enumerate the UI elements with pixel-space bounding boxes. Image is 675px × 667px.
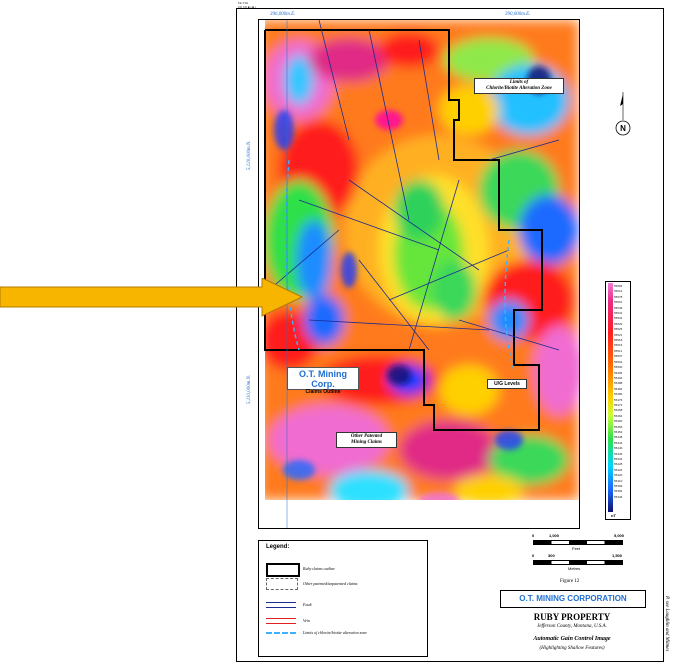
- scale-bar-feet: [533, 540, 623, 545]
- scale-metres-0: 0: [532, 553, 535, 558]
- legend-label-other-claims: Other patented/unpatented claims: [303, 581, 358, 586]
- figure-label: Figure 12: [560, 579, 580, 584]
- left-coord-2: 5,110,000m.N.: [247, 374, 252, 404]
- legend-title: Legend:: [266, 544, 290, 550]
- other-claims-callout: Other Patented Mining Claims: [336, 432, 397, 448]
- scale-metres-label: Metres: [568, 566, 581, 571]
- legend-swatch-ruby: [266, 563, 300, 577]
- scale-metres-2: 1,500: [612, 553, 623, 558]
- map-image: [259, 20, 579, 528]
- image-subtitle: (Highlighting Shallow Features): [539, 646, 605, 651]
- color-scale-bar: [608, 283, 613, 512]
- left-coord-1: 5,120,000m.N.: [247, 140, 252, 170]
- legend-label-alteration: Limits of chlorite/biotite alteration zo…: [303, 630, 367, 635]
- ot-callout-sub: Claims Outline: [305, 389, 341, 395]
- scale-bar-metres: [533, 560, 623, 565]
- color-scale-labels: 55683 55612 55578 55561 55549 55541 55534 55529…: [614, 284, 628, 500]
- north-arrow-icon: N: [612, 92, 634, 147]
- legend-swatch-vein: [266, 618, 296, 624]
- legend-box: [258, 540, 428, 657]
- scale-feet-label: Feet: [572, 546, 581, 551]
- pointer-arrow-icon: [0, 277, 305, 323]
- ot-callout-name: O.T. Mining Corp.: [299, 369, 347, 389]
- legend-swatch-fault: [266, 602, 296, 608]
- color-scale-label: 55346: [614, 494, 623, 499]
- property-location: Jefferson County, Montana, U.S.A.: [537, 624, 607, 629]
- company-name: O.T. MINING CORPORATION: [500, 590, 646, 608]
- top-coord-1: 396,000m.E.: [270, 12, 296, 17]
- chlorite-zone-callout: Limits of Chlorite/Biotite Alteration Zo…: [474, 78, 564, 94]
- scale-metres-1: 300: [548, 553, 555, 558]
- scale-feet-2: 5,000: [614, 533, 625, 538]
- svg-text:N: N: [620, 124, 626, 133]
- legend-label-ruby: Ruby claims outline: [303, 566, 335, 571]
- legend-swatch-alteration: [266, 632, 296, 634]
- side-credit-text: P. see Loughlin and Milmes: [664, 596, 669, 652]
- property-name: RUBY PROPERTY: [533, 612, 611, 622]
- ot-claims-callout: O.T. Mining Corp. Claims Outline: [287, 367, 359, 395]
- top-coord-2: 390,000m.E.: [505, 12, 531, 17]
- magnetic-map[interactable]: [258, 19, 580, 529]
- legend-label-fault: Fault: [303, 602, 312, 607]
- ug-levels-callout: U/G Levels: [487, 379, 527, 389]
- scale-feet-1: 1,000: [549, 533, 560, 538]
- legend-label-vein: Vein: [303, 618, 310, 623]
- chlorite-callout-line2: Chlorite/Biotite Alteration Zone: [486, 86, 552, 91]
- color-scale-unit: nT: [611, 513, 616, 518]
- image-title: Automatic Gain Control Image: [533, 636, 611, 642]
- other-callout-line2: Mining Claims: [351, 440, 382, 445]
- legend-swatch-other-claims: [266, 578, 298, 590]
- scale-feet-0: 0: [532, 533, 535, 538]
